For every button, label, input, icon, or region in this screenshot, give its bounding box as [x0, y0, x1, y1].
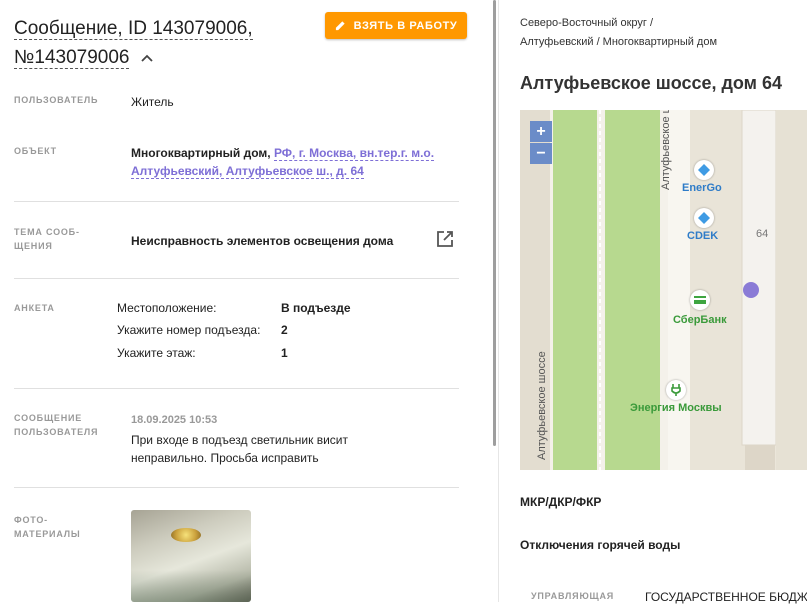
cdek-poi-icon[interactable] [694, 208, 714, 228]
zoom-in-button[interactable]: + [530, 121, 552, 142]
zoom-out-button[interactable]: − [530, 143, 552, 164]
divider [14, 487, 459, 488]
object-prefix: Многоквартирный дом, [131, 146, 271, 160]
take-to-work-button[interactable]: ВЗЯТЬ В РАБОТУ [325, 12, 467, 39]
management-label: УПРАВЛЯЮЩАЯ [531, 591, 615, 601]
sberbank-label: СберБанк [673, 314, 727, 326]
divider [14, 201, 459, 202]
sberbank-poi-icon[interactable] [690, 290, 710, 310]
survey-label: АНКЕТА [14, 303, 55, 313]
object-label: ОБЪЕКТ [14, 146, 57, 156]
object-row: ОБЪЕКТ Многоквартирный дом, РФ, г. Москв… [14, 144, 459, 184]
open-external-icon[interactable] [436, 230, 454, 253]
mkr-section[interactable]: МКР/ДКР/ФКР [520, 495, 601, 509]
street-label-top: Алтуфьевское шоссе [660, 110, 672, 190]
cdek-label: CDEK [687, 230, 719, 242]
page-title: Сообщение, ID 143079006, №143079006 [14, 14, 314, 72]
user-message-row: СООБЩЕНИЕ ПОЛЬЗОВАТЕЛЯ 18.09.2025 10:53 П… [14, 411, 459, 471]
topic-row: ТЕМА СООБ- ЩЕНИЯ Неисправность элементов … [14, 225, 459, 257]
user-row: ПОЛЬЗОВАТЕЛЬ Житель [14, 93, 459, 113]
street-label-bottom: Алтуфьевское шоссе [536, 351, 548, 460]
address-heading: Алтуфьевское шоссе, дом 64 [520, 73, 783, 93]
breadcrumb-line-1: Северо-Восточный округ / [520, 17, 654, 29]
scrollbar[interactable] [493, 0, 496, 446]
map[interactable]: + − Алтуфьевское шоссе Алтуфьевское шосс… [520, 110, 807, 470]
take-to-work-label: ВЗЯТЬ В РАБОТУ [353, 19, 458, 32]
photo-thumbnail[interactable] [131, 510, 251, 602]
breadcrumb: Северо-Восточный округ / Алтуфьевский / … [520, 14, 717, 52]
photo-label: ФОТО- МАТЕРИАЛЫ [14, 515, 81, 539]
location-marker-icon[interactable] [743, 282, 759, 298]
title-line-2: №143079006 [14, 47, 130, 69]
user-message-label: СООБЩЕНИЕ ПОЛЬЗОВАТЕЛЯ [14, 413, 99, 437]
message-details-panel: Сообщение, ID 143079006, №143079006 ВЗЯТ… [0, 0, 490, 602]
title-line-1: Сообщение, ID 143079006, [14, 18, 253, 40]
divider [14, 278, 459, 279]
breadcrumb-line-2: Алтуфьевский / Многоквартирный дом [520, 36, 718, 48]
panel-separator [498, 0, 499, 602]
pencil-icon [335, 21, 345, 31]
house-number-label: 64 [756, 228, 769, 240]
energy-moscow-poi-icon[interactable] [666, 380, 686, 400]
energy-moscow-label: Энергия Москвы [630, 402, 722, 414]
message-text-line-2: неправильно. Просьба исправить [131, 451, 319, 465]
energo-label: EnerGo [682, 182, 722, 194]
topic-label: ТЕМА СООБ- ЩЕНИЯ [14, 227, 80, 251]
user-label: ПОЛЬЗОВАТЕЛЬ [14, 95, 99, 105]
hot-water-outage-section[interactable]: Отключения горячей воды [520, 538, 680, 552]
divider [14, 388, 459, 389]
user-value: Житель [131, 95, 174, 109]
topic-value: Неисправность элементов освещения дома [131, 234, 394, 248]
message-text-line-1: При входе в подъезд светильник висит [131, 433, 348, 447]
chevron-up-icon[interactable] [141, 43, 153, 72]
message-date: 18.09.2025 10:53 [131, 414, 218, 426]
energo-poi-icon[interactable] [694, 160, 714, 180]
